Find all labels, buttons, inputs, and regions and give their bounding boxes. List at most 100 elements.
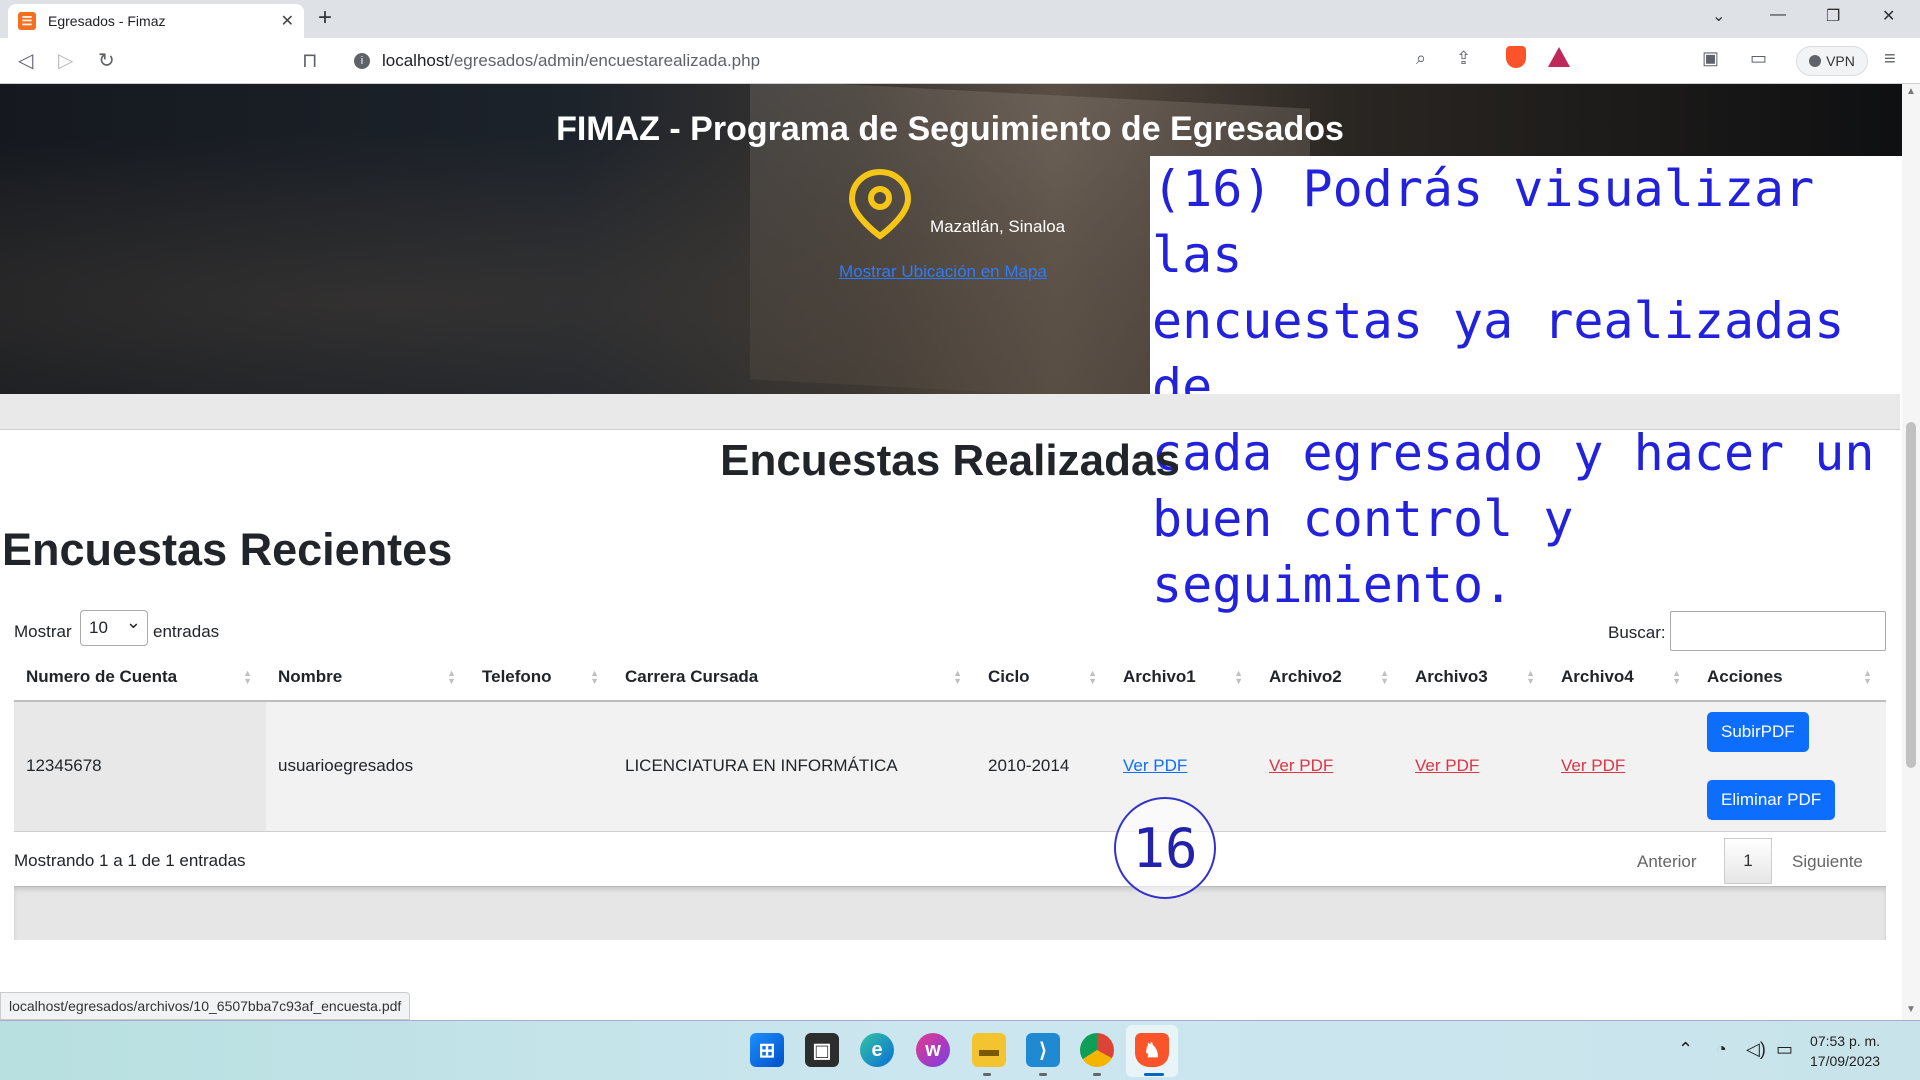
section-title: Encuestas Recientes	[2, 524, 453, 575]
reload-icon[interactable]: ↻	[98, 48, 115, 73]
cell-acciones: SubirPDF Eliminar PDF	[1695, 701, 1886, 832]
sort-icon: ▲ ▼	[1526, 668, 1535, 686]
col-header-acciones[interactable]: Acciones ▲ ▼	[1695, 653, 1886, 702]
show-hidden-icons[interactable]: ⌃	[1678, 1039, 1693, 1060]
file-explorer-icon[interactable]: ▬	[972, 1033, 1006, 1067]
xampp-icon: ☰	[18, 12, 36, 30]
address-bar[interactable]: i localhost/egresados/admin/encuestareal…	[340, 44, 1580, 78]
search-input[interactable]	[1670, 611, 1886, 651]
brave-icon[interactable]: ♞	[1135, 1033, 1169, 1067]
col-header-archivo1[interactable]: Archivo1 ▲ ▼	[1111, 653, 1257, 702]
col-header-archivo2[interactable]: Archivo2 ▲ ▼	[1257, 653, 1403, 702]
col-header-cuenta[interactable]: Numero de Cuenta ▲ ▼	[14, 653, 266, 702]
view-pdf-link-4[interactable]: Ver PDF	[1561, 756, 1625, 775]
page-title: Encuestas Realizadas	[720, 436, 1180, 485]
close-tab-icon[interactable]: ✕	[281, 11, 294, 31]
length-label: Mostrar	[14, 622, 72, 641]
page-footer	[14, 886, 1886, 940]
pagination-next[interactable]: Siguiente	[1792, 852, 1863, 872]
cell-archivo2: Ver PDF	[1257, 701, 1403, 832]
table-info: Mostrando 1 a 1 de 1 entradas	[14, 851, 246, 870]
surveys-table: Numero de Cuenta ▲ ▼ Nombre ▲ ▼ Telefono ▲ ▼ C…	[14, 653, 1886, 832]
upload-pdf-button[interactable]: SubirPDF	[1707, 712, 1809, 753]
scroll-up-icon[interactable]: ▲	[1906, 86, 1916, 97]
chrome-icon[interactable]	[1080, 1033, 1114, 1067]
zoom-icon[interactable]: ⌕	[1416, 48, 1426, 69]
window-close-icon[interactable]: ✕	[1882, 6, 1895, 26]
running-indicator	[1093, 1073, 1101, 1076]
pagination-previous[interactable]: Anterior	[1637, 852, 1697, 872]
location-text: Mazatlán, Sinaloa	[930, 217, 1066, 236]
delete-pdf-button[interactable]: Eliminar PDF	[1707, 780, 1836, 821]
pagination-page-1[interactable]: 1	[1724, 838, 1772, 884]
vpn-button[interactable]: VPN	[1796, 46, 1868, 76]
vscode-icon[interactable]: ⟩	[1026, 1033, 1060, 1067]
sort-icon: ▲ ▼	[1863, 668, 1872, 686]
wifi-icon[interactable]: ◔	[1716, 1039, 1727, 1060]
page-viewport: FIMAZ - Programa de Seguimiento de Egres…	[0, 84, 1920, 1020]
site-info-icon[interactable]: i	[354, 53, 370, 69]
entries-select[interactable]: 10	[80, 605, 148, 646]
windows-taskbar: ⊞ ▣ e w ▬ ⟩ ♞ ⌃ ◔ ◁) ▭ 07:53 p. m. 17/09…	[0, 1020, 1920, 1080]
new-tab-icon[interactable]: +	[318, 4, 332, 32]
status-bar-url: localhost/egresados/archivos/10_6507bba7…	[0, 992, 411, 1020]
view-pdf-link-3[interactable]: Ver PDF	[1415, 756, 1479, 775]
brave-shields-icon[interactable]	[1506, 46, 1526, 68]
search-label: Buscar:	[1608, 623, 1666, 642]
brave-rewards-icon[interactable]	[1548, 47, 1570, 67]
cell-carrera: LICENCIATURA EN INFORMÁTICA	[613, 701, 976, 832]
view-pdf-link-1[interactable]: Ver PDF	[1123, 756, 1187, 775]
wallet-icon[interactable]: ▭	[1750, 48, 1767, 69]
sidebar-icon[interactable]: ▣	[1702, 48, 1719, 69]
table-row: 12345678 usuarioegresados LICENCIATURA E…	[14, 701, 1886, 832]
page-scrollbar[interactable]: ▲ ▼	[1902, 84, 1920, 1020]
app-w-icon[interactable]: w	[916, 1033, 950, 1067]
active-indicator	[1144, 1073, 1164, 1076]
sort-icon: ▲ ▼	[1088, 668, 1097, 686]
sort-icon: ▲ ▼	[1380, 668, 1389, 686]
cell-archivo3: Ver PDF	[1403, 701, 1549, 832]
back-icon[interactable]: ◁	[18, 48, 33, 73]
col-header-archivo4[interactable]: Archivo4 ▲ ▼	[1549, 653, 1695, 702]
tutorial-callout: (16) Podrás visualizar las encuestas ya …	[1150, 156, 1920, 614]
task-view-icon[interactable]: ▣	[805, 1033, 839, 1067]
browser-toolbar: ◁ ▷ ↻ ⊓ i localhost/egresados/admin/encu…	[0, 38, 1920, 84]
sort-icon: ▲ ▼	[447, 668, 456, 686]
tab-list-icon[interactable]: ⌄	[1712, 6, 1725, 26]
cell-archivo4: Ver PDF	[1549, 701, 1695, 832]
entries-select-value: 10	[89, 618, 108, 637]
battery-icon[interactable]: ▭	[1776, 1039, 1793, 1060]
browser-tabbar: ☰ Egresados - Fimaz ✕ + ⌄ — ❐ ✕	[0, 0, 1920, 38]
volume-icon[interactable]: ◁)	[1746, 1039, 1766, 1060]
step-badge: 16	[1114, 797, 1216, 899]
clock-date: 17/09/2023	[1810, 1053, 1881, 1069]
menu-icon[interactable]: ≡	[1884, 48, 1896, 71]
maximize-icon[interactable]: ❐	[1826, 6, 1840, 26]
sort-asc-icon: ▲ ▼	[243, 668, 252, 686]
browser-tab[interactable]: ☰ Egresados - Fimaz ✕	[8, 4, 304, 38]
tab-title: Egresados - Fimaz	[48, 13, 166, 29]
col-header-telefono[interactable]: Telefono ▲ ▼	[470, 653, 613, 702]
col-header-ciclo[interactable]: Ciclo ▲ ▼	[976, 653, 1111, 702]
url-text: localhost/egresados/admin/encuestarealiz…	[382, 51, 761, 70]
col-header-archivo3[interactable]: Archivo3 ▲ ▼	[1403, 653, 1549, 702]
scrollbar-thumb[interactable]	[1906, 422, 1916, 768]
scroll-down-icon[interactable]: ▼	[1906, 1004, 1916, 1015]
view-pdf-link-2[interactable]: Ver PDF	[1269, 756, 1333, 775]
share-icon[interactable]: ⇪	[1456, 48, 1471, 69]
edge-icon[interactable]: e	[860, 1033, 894, 1067]
bookmark-icon[interactable]: ⊓	[302, 48, 318, 73]
location-pin-icon	[848, 168, 912, 240]
map-link[interactable]: Mostrar Ubicación en Mapa	[839, 262, 1047, 282]
windows-start-icon[interactable]: ⊞	[750, 1033, 784, 1067]
system-clock[interactable]: 07:53 p. m. 17/09/2023	[1810, 1031, 1880, 1071]
vpn-status-icon	[1809, 55, 1822, 67]
sort-icon: ▲ ▼	[1672, 668, 1681, 686]
forward-icon[interactable]: ▷	[58, 48, 73, 73]
col-header-nombre[interactable]: Nombre ▲ ▼	[266, 653, 470, 702]
sort-icon: ▲ ▼	[590, 668, 599, 686]
sort-icon: ▲ ▼	[1234, 668, 1243, 686]
hero-title: FIMAZ - Programa de Seguimiento de Egres…	[556, 110, 1344, 148]
col-header-carrera[interactable]: Carrera Cursada ▲ ▼	[613, 653, 976, 702]
minimize-icon[interactable]: —	[1770, 6, 1786, 24]
